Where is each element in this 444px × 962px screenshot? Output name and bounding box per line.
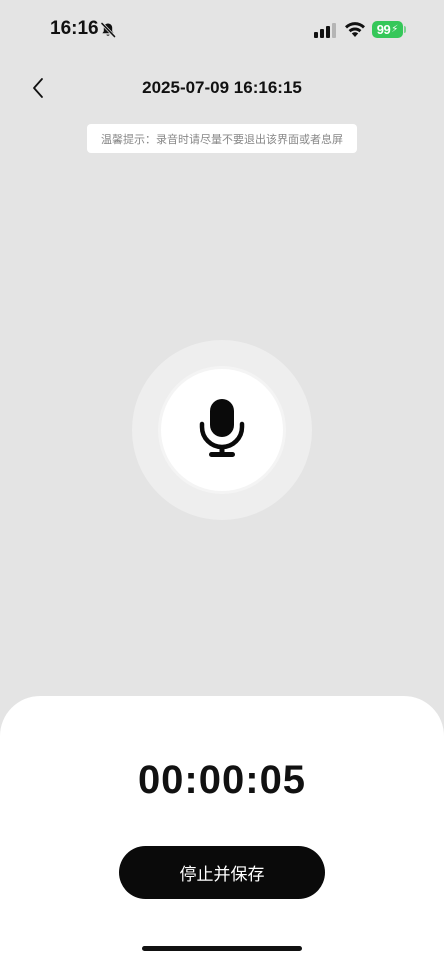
microphone-icon <box>197 397 247 464</box>
record-button[interactable] <box>161 369 283 491</box>
cellular-signal-icon <box>314 22 338 38</box>
status-time: 16:16 <box>50 18 99 39</box>
tip-banner: 温馨提示：录音时请尽量不要退出该界面或者息屏 <box>87 124 357 153</box>
page-title: 2025-07-09 16:16:15 <box>142 78 302 97</box>
bottom-sheet <box>0 696 444 962</box>
bell-slash-icon <box>100 22 116 38</box>
battery-cap <box>404 26 406 33</box>
elapsed-timer: 00:00:05 <box>137 758 307 802</box>
tip-text: 温馨提示：录音时请尽量不要退出该界面或者息屏 <box>101 132 343 146</box>
stop-and-save-button[interactable]: 停止并保存 <box>119 846 325 899</box>
home-indicator[interactable] <box>142 946 302 951</box>
wifi-icon <box>344 21 366 38</box>
status-bar: 16:16 99 ⚡ <box>0 0 444 60</box>
bolt-icon: ⚡ <box>391 24 399 35</box>
battery-charging-icon: 99 ⚡ <box>372 21 403 38</box>
battery-level: 99 <box>376 22 391 37</box>
